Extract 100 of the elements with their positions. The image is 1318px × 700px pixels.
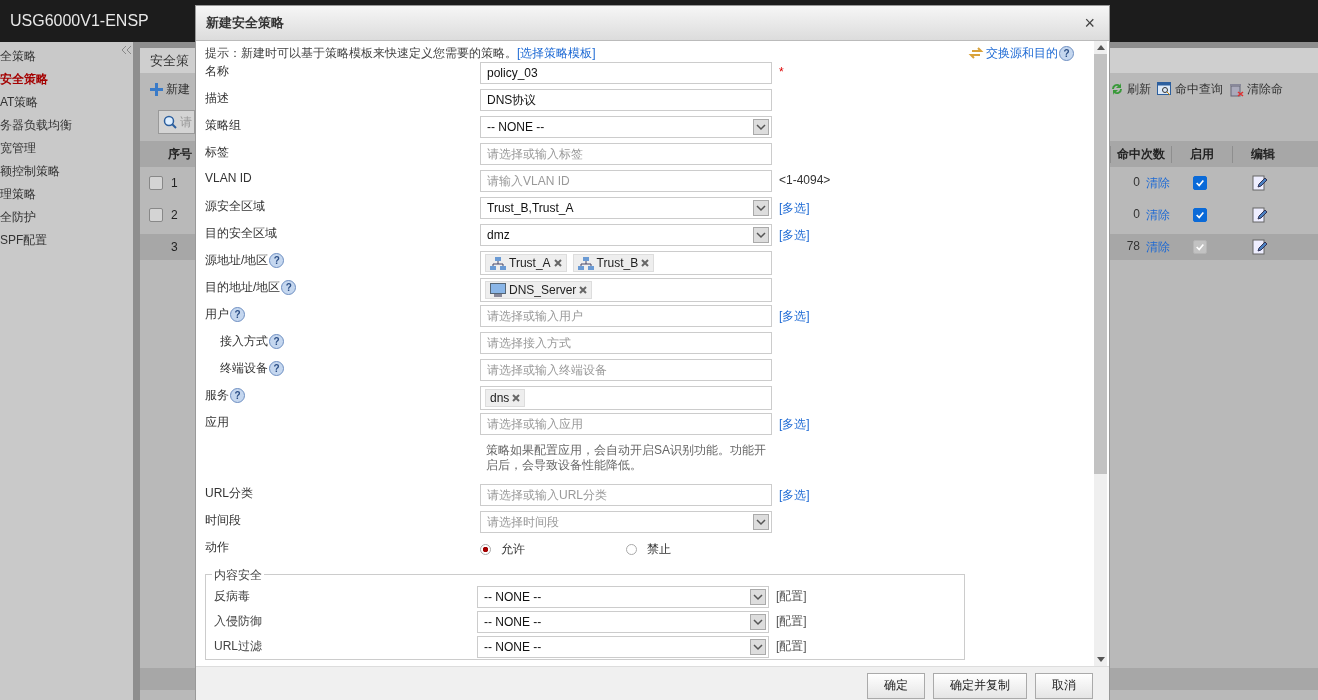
table-cell-text: 78	[1126, 238, 1140, 255]
table-cell: 3	[171, 240, 178, 254]
dialog-button[interactable]: 确定并复制	[933, 672, 1027, 699]
help-icon[interactable]: ?	[281, 280, 297, 295]
field-label: 名称	[205, 63, 229, 80]
field-label: 入侵防御	[214, 613, 263, 630]
tag-input-field[interactable]: DNS_Server	[480, 278, 772, 302]
remove-icon[interactable]	[553, 259, 562, 267]
multi-select-link[interactable]: [多选]	[779, 308, 810, 325]
remove-icon[interactable]	[641, 259, 650, 267]
field-label: URL分类	[205, 485, 253, 502]
edit-icon[interactable]	[1252, 175, 1268, 191]
info-text: 策略如果配置应用，会自动开启SA识别功能。功能开启后，会导致设备性能降低。	[485, 442, 767, 474]
dialog-button[interactable]: 取消	[1035, 672, 1093, 699]
select-field[interactable]: -- NONE --	[480, 116, 772, 138]
input-field[interactable]: policy_03	[480, 62, 772, 84]
field-label: 终端设备	[220, 360, 268, 377]
dropdown-caret-icon	[750, 613, 766, 630]
dropdown-caret-icon	[753, 514, 769, 530]
help-icon[interactable]: ?	[1059, 45, 1074, 61]
input-field[interactable]: DNS协议	[480, 89, 772, 111]
help-icon[interactable]: ?	[269, 361, 284, 376]
configure-link[interactable]: [配置]	[769, 638, 807, 655]
remove-icon[interactable]	[512, 394, 521, 402]
checkmark-icon	[1195, 210, 1205, 220]
sidebar-item[interactable]: SPF配置	[0, 229, 133, 252]
select-field[interactable]: Trust_B,Trust_A	[480, 197, 772, 219]
configure-link[interactable]: [配置]	[769, 588, 807, 605]
row-checkbox[interactable]	[149, 176, 163, 190]
edit-icon[interactable]	[1252, 239, 1268, 255]
scroll-up-icon[interactable]	[1096, 45, 1105, 50]
remove-icon[interactable]	[579, 286, 588, 294]
toolbar-button[interactable]: 清除命	[1229, 80, 1283, 98]
multi-select-link[interactable]: [多选]	[779, 200, 810, 217]
sidebar-item[interactable]: 宽管理	[0, 137, 133, 160]
swap-icon	[968, 47, 984, 59]
network-icon	[490, 256, 506, 270]
row-checkbox[interactable]	[149, 208, 163, 222]
field-label: 动作	[205, 539, 229, 556]
column-header[interactable]: 编辑	[1232, 145, 1293, 163]
refresh-icon	[1110, 82, 1124, 96]
tag-input-field[interactable]: Trust_A Trust_B	[480, 251, 772, 275]
multi-select-link[interactable]: [多选]	[779, 227, 810, 244]
checkmark-icon	[1195, 242, 1205, 252]
radio-option[interactable]: 允许	[480, 540, 626, 558]
group-legend: 内容安全	[212, 567, 264, 584]
table-cell-text: 0	[1133, 174, 1140, 191]
tag-input-field[interactable]: dns	[480, 386, 772, 410]
template-link[interactable]: [选择策略模板]	[517, 45, 596, 60]
radio-option[interactable]: 禁止	[626, 540, 772, 558]
multi-select-link[interactable]: [多选]	[779, 487, 810, 504]
edit-icon[interactable]	[1252, 207, 1268, 223]
field-label: 策略组	[205, 117, 241, 134]
field-label: URL过滤	[214, 638, 263, 655]
sidebar-item[interactable]: 安全策略	[0, 68, 133, 91]
help-icon[interactable]: ?	[269, 334, 284, 349]
multi-select-link[interactable]: [多选]	[779, 416, 810, 433]
field-label: 目的安全区域	[205, 225, 277, 242]
column-header[interactable]: 序号	[168, 145, 192, 163]
help-icon[interactable]: ?	[230, 388, 245, 403]
tag-chip: Trust_A	[485, 254, 567, 272]
scrollbar[interactable]	[1094, 41, 1107, 666]
enable-checkbox[interactable]	[1193, 176, 1207, 190]
toolbar-button[interactable]: 刷新	[1110, 80, 1151, 98]
range-note: <1-4094>	[779, 173, 831, 187]
toolbar-button[interactable]: 命中查询	[1157, 80, 1223, 98]
select-field[interactable]: -- NONE --	[477, 610, 769, 633]
table-cell-text: 0	[1133, 206, 1140, 223]
sidebar-item[interactable]: 全策略	[0, 45, 133, 68]
sidebar-item[interactable]: 务器负载均衡	[0, 114, 133, 137]
help-icon[interactable]: ?	[230, 307, 245, 322]
configure-link[interactable]: [配置]	[769, 613, 807, 630]
sidebar-item[interactable]: 全防护	[0, 206, 133, 229]
dialog-button[interactable]: 确定	[867, 672, 925, 699]
network-icon	[577, 256, 594, 270]
sidebar-item[interactable]: 理策略	[0, 183, 133, 206]
scroll-down-icon[interactable]	[1096, 657, 1105, 662]
new-button[interactable]: 新建	[140, 80, 190, 98]
select-field[interactable]: -- NONE --	[477, 635, 769, 658]
select-field[interactable]: -- NONE --	[477, 585, 769, 608]
column-header[interactable]: 启用	[1171, 145, 1232, 163]
field-label: 描述	[205, 90, 229, 107]
sidebar-item[interactable]: AT策略	[0, 91, 133, 114]
panel-tab[interactable]: 安全策	[140, 48, 195, 73]
field-label: 应用	[205, 414, 229, 431]
field-label: VLAN ID	[205, 171, 252, 185]
app-title: USG6000V1-ENSP	[10, 12, 149, 30]
close-button[interactable]: ×	[1080, 12, 1099, 34]
select-field[interactable]: dmz	[480, 224, 772, 246]
dropdown-caret-icon	[750, 588, 766, 605]
help-icon[interactable]: ?	[269, 253, 285, 268]
hint-text: 提示：新建时可以基于策略模板来快速定义您需要的策略。[选择策略模板]	[205, 44, 597, 62]
sidebar-item[interactable]: 额控制策略	[0, 160, 133, 183]
field-label: 源安全区域	[205, 198, 265, 215]
field-label: 时间段	[205, 512, 241, 529]
search-icon	[163, 115, 177, 129]
tag-chip: Trust_B	[572, 254, 655, 272]
swap-link[interactable]: 交换源和目的	[968, 44, 1058, 62]
enable-checkbox[interactable]	[1193, 208, 1207, 222]
field-label: 标签	[205, 144, 229, 161]
